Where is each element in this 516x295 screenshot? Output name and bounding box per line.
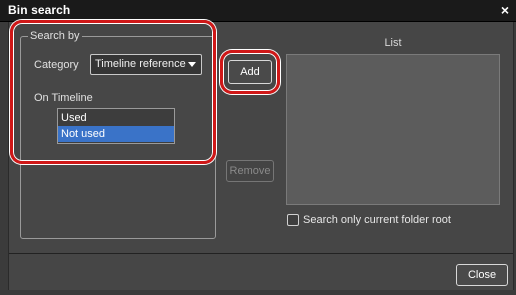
close-button[interactable]: Close (456, 264, 508, 286)
remove-button[interactable]: Remove (226, 160, 274, 182)
highlight-ring-add (220, 50, 280, 94)
search-current-folder-label: Search only current folder root (303, 214, 451, 226)
list-header: List (384, 37, 402, 49)
search-list[interactable] (286, 54, 500, 205)
window-title: Bin search (8, 3, 71, 17)
title-bar (0, 0, 516, 22)
close-icon[interactable]: × (498, 1, 512, 19)
divider (9, 253, 513, 254)
search-current-folder-checkbox[interactable] (287, 214, 299, 226)
highlight-ring-search-by (10, 20, 216, 164)
